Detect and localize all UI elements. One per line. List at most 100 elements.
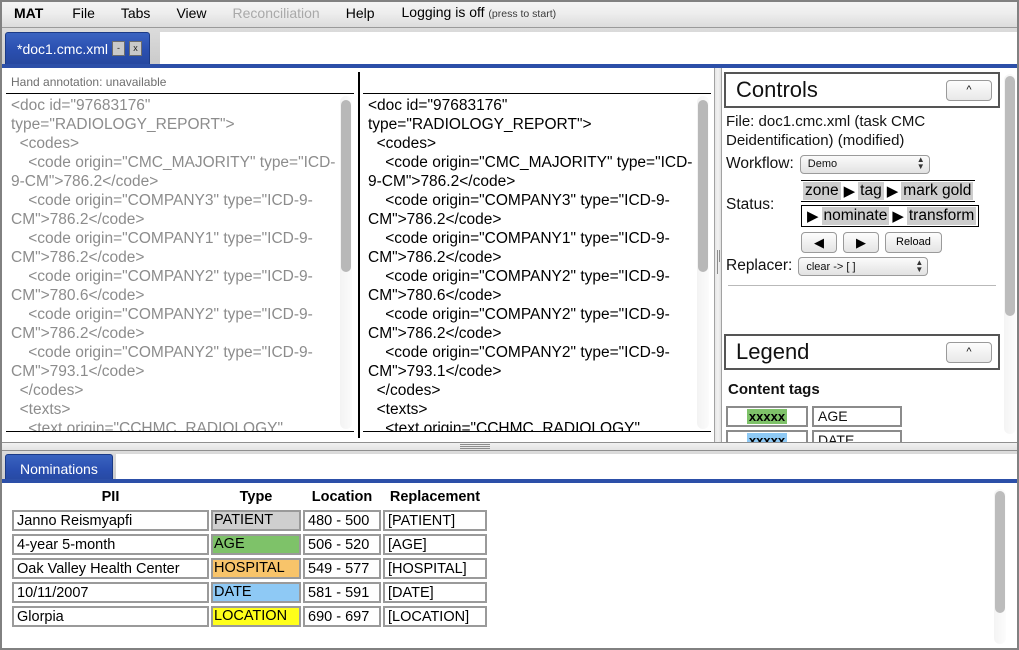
document-tab-doc1[interactable]: *doc1.cmc.xml - x bbox=[5, 32, 151, 64]
tag-type-badge[interactable]: LOCATION bbox=[213, 608, 299, 625]
control-column-scrollbar[interactable] bbox=[1004, 74, 1016, 434]
cell-replacement[interactable]: [PATIENT] bbox=[383, 510, 487, 531]
document-right-scrollbar[interactable] bbox=[697, 96, 709, 429]
tag-type-badge[interactable]: AGE bbox=[213, 536, 299, 553]
document-pane-left-body[interactable]: <doc id="97683176" type="RADIOLOGY_REPOR… bbox=[6, 94, 354, 432]
column-header-replacement: Replacement bbox=[389, 489, 481, 505]
status-step-chip[interactable]: transform bbox=[906, 206, 977, 225]
workflow-select-wrapper[interactable]: Demo ▲ ▼ bbox=[799, 154, 930, 174]
legend-panel-header: Legend ^ bbox=[724, 334, 1000, 370]
content-tags-heading: Content tags bbox=[728, 381, 820, 398]
play-arrow-icon[interactable]: ▶ bbox=[804, 207, 822, 225]
play-arrow-icon[interactable]: ▶ bbox=[841, 182, 859, 200]
file-info-label: File: doc1.cmc.xml (task CMC Deidentific… bbox=[726, 113, 926, 149]
nominations-scrollbar-thumb[interactable] bbox=[995, 491, 1005, 613]
tag-type-badge[interactable]: DATE bbox=[213, 584, 299, 601]
controls-panel-body: File: doc1.cmc.xml (task CMC Deidentific… bbox=[724, 108, 1000, 286]
step-back-button[interactable]: ◀ bbox=[801, 231, 837, 253]
cell-pii[interactable]: Oak Valley Health Center bbox=[12, 558, 209, 579]
cell-type[interactable]: AGE bbox=[211, 534, 301, 555]
status-step-chip[interactable]: tag bbox=[858, 181, 884, 200]
legend-row: xxxxx DATE bbox=[726, 430, 998, 442]
status-step-chip[interactable]: nominate bbox=[821, 206, 890, 225]
logging-toggle[interactable]: Logging is off (press to start) bbox=[388, 0, 570, 28]
cell-type[interactable]: HOSPITAL bbox=[211, 558, 301, 579]
cell-replacement[interactable]: [LOCATION] bbox=[383, 606, 487, 627]
document-left-scrollbar[interactable] bbox=[340, 96, 352, 429]
replacer-select-wrapper[interactable]: clear -> [ ] ▲ ▼ bbox=[798, 257, 929, 276]
menu-item-file[interactable]: File bbox=[59, 0, 108, 27]
cell-type[interactable]: DATE bbox=[211, 582, 301, 603]
status-step-chip[interactable]: mark gold bbox=[901, 181, 974, 200]
control-column-scrollbar-thumb[interactable] bbox=[1005, 76, 1015, 316]
minimize-icon[interactable]: - bbox=[112, 41, 126, 56]
document-right-xml-block: <doc id="97683176" type="RADIOLOGY_REPOR… bbox=[368, 97, 693, 432]
main-vertical-splitter[interactable] bbox=[714, 68, 722, 442]
cell-type[interactable]: PATIENT bbox=[211, 510, 301, 531]
tab-nominations-label: Nominations bbox=[20, 461, 98, 477]
nominations-tab-strip-empty bbox=[116, 454, 1019, 480]
cell-replacement[interactable]: [AGE] bbox=[383, 534, 487, 555]
cell-pii[interactable]: 4-year 5-month bbox=[12, 534, 209, 555]
legend-row: xxxxx AGE bbox=[726, 406, 998, 427]
column-header-type: Type bbox=[239, 489, 273, 505]
cell-type[interactable]: LOCATION bbox=[211, 606, 301, 627]
cell-pii[interactable]: 10/11/2007 bbox=[12, 582, 209, 603]
panel-divider bbox=[728, 285, 996, 286]
column-header-pii: PII bbox=[101, 489, 120, 505]
replacer-select[interactable]: clear -> [ ] bbox=[798, 257, 929, 276]
document-right-scrollbar-thumb[interactable] bbox=[698, 100, 708, 272]
table-row[interactable]: Glorpia LOCATION 690 - 697 [LOCATION] bbox=[12, 606, 487, 627]
nominations-scrollbar[interactable] bbox=[994, 489, 1006, 644]
cell-pii[interactable]: Janno Reismyapfi bbox=[12, 510, 209, 531]
tag-type-badge[interactable]: HOSPITAL bbox=[213, 560, 299, 577]
legend-tag-name[interactable]: DATE bbox=[812, 430, 902, 442]
cell-replacement[interactable]: [HOSPITAL] bbox=[383, 558, 487, 579]
document-pane-left: Hand annotation: unavailable <doc id="97… bbox=[6, 72, 354, 438]
table-row[interactable]: Janno Reismyapfi PATIENT 480 - 500 [PATIENT… bbox=[12, 510, 487, 531]
table-row[interactable]: 10/11/2007 DATE 581 - 591 [DATE] bbox=[12, 582, 487, 603]
status-step-chip[interactable]: zone bbox=[803, 181, 841, 200]
table-row[interactable]: 4-year 5-month AGE 506 - 520 [AGE] bbox=[12, 534, 487, 555]
cell-location[interactable]: 581 - 591 bbox=[303, 582, 381, 603]
menu-bar: MAT File Tabs View Reconciliation Help L… bbox=[0, 0, 1019, 28]
document-text-right[interactable]: <doc id="97683176" type="RADIOLOGY_REPOR… bbox=[368, 96, 693, 432]
close-icon[interactable]: x bbox=[129, 41, 143, 56]
document-panes: Hand annotation: unavailable <doc id="97… bbox=[0, 68, 718, 442]
menu-item-reconciliation: Reconciliation bbox=[232, 5, 320, 21]
cell-location[interactable]: 549 - 577 bbox=[303, 558, 381, 579]
step-forward-button[interactable]: ▶ bbox=[843, 231, 879, 253]
cell-replacement[interactable]: [DATE] bbox=[383, 582, 487, 603]
play-arrow-icon[interactable]: ▶ bbox=[889, 207, 907, 225]
play-arrow-icon[interactable]: ▶ bbox=[884, 182, 902, 200]
cell-location[interactable]: 480 - 500 bbox=[303, 510, 381, 531]
workflow-select[interactable]: Demo bbox=[799, 154, 930, 174]
status-label: Status: bbox=[726, 195, 775, 213]
legend-entry-list: xxxxx AGE xxxxx DATE bbox=[726, 406, 998, 442]
chevron-up-icon[interactable]: ^ bbox=[946, 341, 992, 363]
reload-button[interactable]: Reload bbox=[885, 231, 942, 253]
menu-item-view[interactable]: View bbox=[163, 0, 219, 27]
horizontal-splitter[interactable] bbox=[0, 442, 1019, 451]
splitter-grip-icon bbox=[717, 250, 721, 274]
menu-item-tabs[interactable]: Tabs bbox=[108, 0, 164, 27]
app-brand-label: MAT bbox=[14, 5, 44, 21]
cell-pii[interactable]: Glorpia bbox=[12, 606, 209, 627]
document-pane-right-body[interactable]: <doc id="97683176" type="RADIOLOGY_REPOR… bbox=[363, 94, 711, 432]
controls-panel-header: Controls ^ bbox=[724, 72, 1000, 108]
menu-item-help[interactable]: Help bbox=[333, 0, 388, 27]
tag-type-badge[interactable]: PATIENT bbox=[213, 512, 299, 529]
document-text-left[interactable]: <doc id="97683176" type="RADIOLOGY_REPOR… bbox=[11, 96, 336, 431]
legend-panel-body: Content tags xxxxx AGE xxxxx DATE bbox=[724, 370, 1000, 442]
column-header-location: Location bbox=[311, 489, 373, 505]
document-pane-right-header bbox=[363, 72, 711, 94]
chevron-up-icon[interactable]: ^ bbox=[946, 79, 992, 101]
mat-application-window: MAT File Tabs View Reconciliation Help L… bbox=[0, 0, 1019, 650]
cell-location[interactable]: 690 - 697 bbox=[303, 606, 381, 627]
document-left-scrollbar-thumb[interactable] bbox=[341, 100, 351, 272]
controls-panel-title: Controls bbox=[736, 77, 818, 102]
legend-tag-name[interactable]: AGE bbox=[812, 406, 902, 427]
table-row[interactable]: Oak Valley Health Center HOSPITAL 549 - 57… bbox=[12, 558, 487, 579]
nominations-area: Nominations PII Type Location Replacemen… bbox=[0, 451, 1019, 650]
cell-location[interactable]: 506 - 520 bbox=[303, 534, 381, 555]
